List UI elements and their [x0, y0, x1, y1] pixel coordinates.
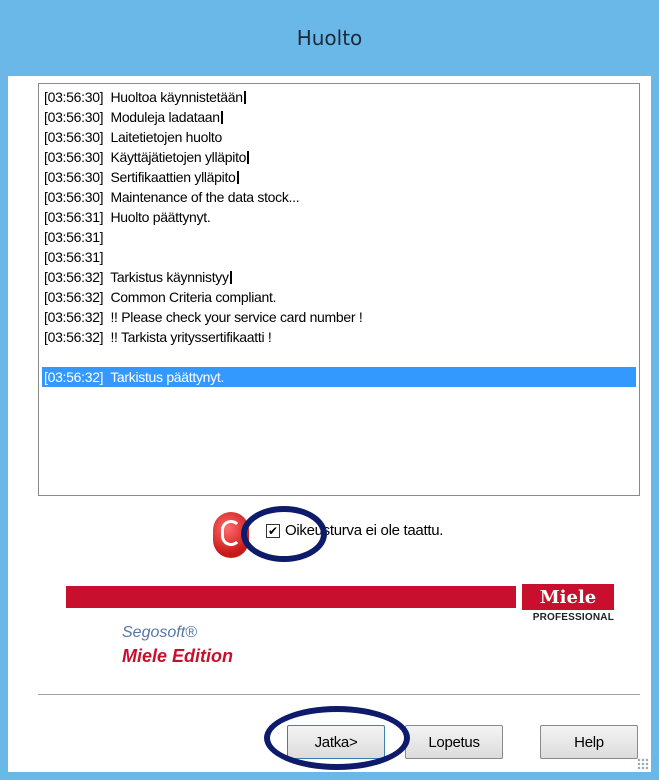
- dialog-client-area: [03:56:30] Huoltoa käynnistetään [03:56:3…: [8, 76, 651, 772]
- product-name: Segosoft®: [122, 624, 197, 641]
- log-row-text: [03:56:31]: [44, 249, 104, 265]
- title-bar[interactable]: Huolto: [0, 0, 659, 76]
- log-row-text: [03:56:30] Moduleja ladataan: [44, 109, 220, 125]
- separator: [38, 694, 640, 696]
- log-row[interactable]: [03:56:30] Moduleja ladataan: [42, 107, 636, 127]
- log-row-text: [03:56:32] !! Tarkista yrityssertifikaat…: [44, 329, 272, 345]
- log-row-text: [03:56:30] Huoltoa käynnistetään: [44, 89, 243, 105]
- log-row[interactable]: [03:56:31] Huolto päättynyt.: [42, 207, 636, 227]
- progress-cursor: [220, 111, 223, 124]
- branding-area: Miele PROFESSIONAL Segosoft® Miele Editi…: [66, 584, 614, 684]
- progress-cursor: [243, 91, 246, 104]
- log-row[interactable]: [03:56:30] Laitetietojen huolto: [42, 127, 636, 147]
- log-row[interactable]: [03:56:32] Common Criteria compliant.: [42, 287, 636, 307]
- help-button[interactable]: Help: [540, 725, 638, 759]
- log-row-text: [03:56:30] Maintenance of the data stock…: [44, 189, 300, 205]
- progress-cursor: [247, 151, 250, 164]
- product-edition: Miele Edition: [122, 646, 234, 666]
- log-row[interactable]: [03:56:30] Sertifikaattien ylläpito: [42, 167, 636, 187]
- log-row[interactable]: [42, 347, 636, 367]
- log-row[interactable]: [03:56:32] Tarkistus päättynyt.: [42, 367, 636, 387]
- log-row[interactable]: [03:56:31]: [42, 247, 636, 267]
- log-row[interactable]: [03:56:31]: [42, 227, 636, 247]
- log-row[interactable]: [03:56:32] !! Please check your service …: [42, 307, 636, 327]
- progress-cursor: [229, 271, 232, 284]
- log-row-text: [03:56:30] Laitetietojen huolto: [44, 129, 222, 145]
- brand-red-bar: [66, 586, 516, 608]
- log-row[interactable]: [03:56:30] Huoltoa käynnistetään: [42, 87, 636, 107]
- log-row[interactable]: [03:56:30] Maintenance of the data stock…: [42, 187, 636, 207]
- log-row-text: [03:56:32] !! Please check your service …: [44, 309, 363, 325]
- log-row-text: [03:56:30] Käyttäjätietojen ylläpito: [44, 149, 247, 165]
- log-row-text: [03:56:32] Tarkistus päättynyt.: [44, 369, 225, 385]
- log-row-text: [03:56:30] Sertifikaattien ylläpito: [44, 169, 236, 185]
- annotation-oval-checkbox: [241, 506, 327, 562]
- miele-logo: Miele: [522, 584, 614, 610]
- log-row-text: [03:56:32] Tarkistus käynnistyy: [44, 269, 229, 285]
- exit-button[interactable]: Lopetus: [405, 725, 503, 759]
- log-row[interactable]: [03:56:30] Käyttäjätietojen ylläpito: [42, 147, 636, 167]
- log-row-text: [03:56:31] Huolto päättynyt.: [44, 209, 211, 225]
- log-row-text: [03:56:31]: [44, 229, 104, 245]
- log-row-text: [03:56:32] Common Criteria compliant.: [44, 289, 277, 305]
- log-row[interactable]: [03:56:32] Tarkistus käynnistyy: [42, 267, 636, 287]
- log-row[interactable]: [03:56:32] !! Tarkista yrityssertifikaat…: [42, 327, 636, 347]
- log-list[interactable]: [03:56:30] Huoltoa käynnistetään [03:56:3…: [38, 83, 640, 496]
- window-title: Huolto: [296, 26, 363, 50]
- resize-grip[interactable]: [637, 758, 649, 770]
- annotation-oval-next: [264, 706, 410, 770]
- warning-area: ✔ Oikeusturva ei ole taattu.: [213, 506, 513, 568]
- miele-logo-subtitle: PROFESSIONAL: [532, 612, 614, 623]
- dialog-window: Huolto [03:56:30] Huoltoa käynnistetään[…: [0, 0, 659, 780]
- progress-cursor: [236, 171, 239, 184]
